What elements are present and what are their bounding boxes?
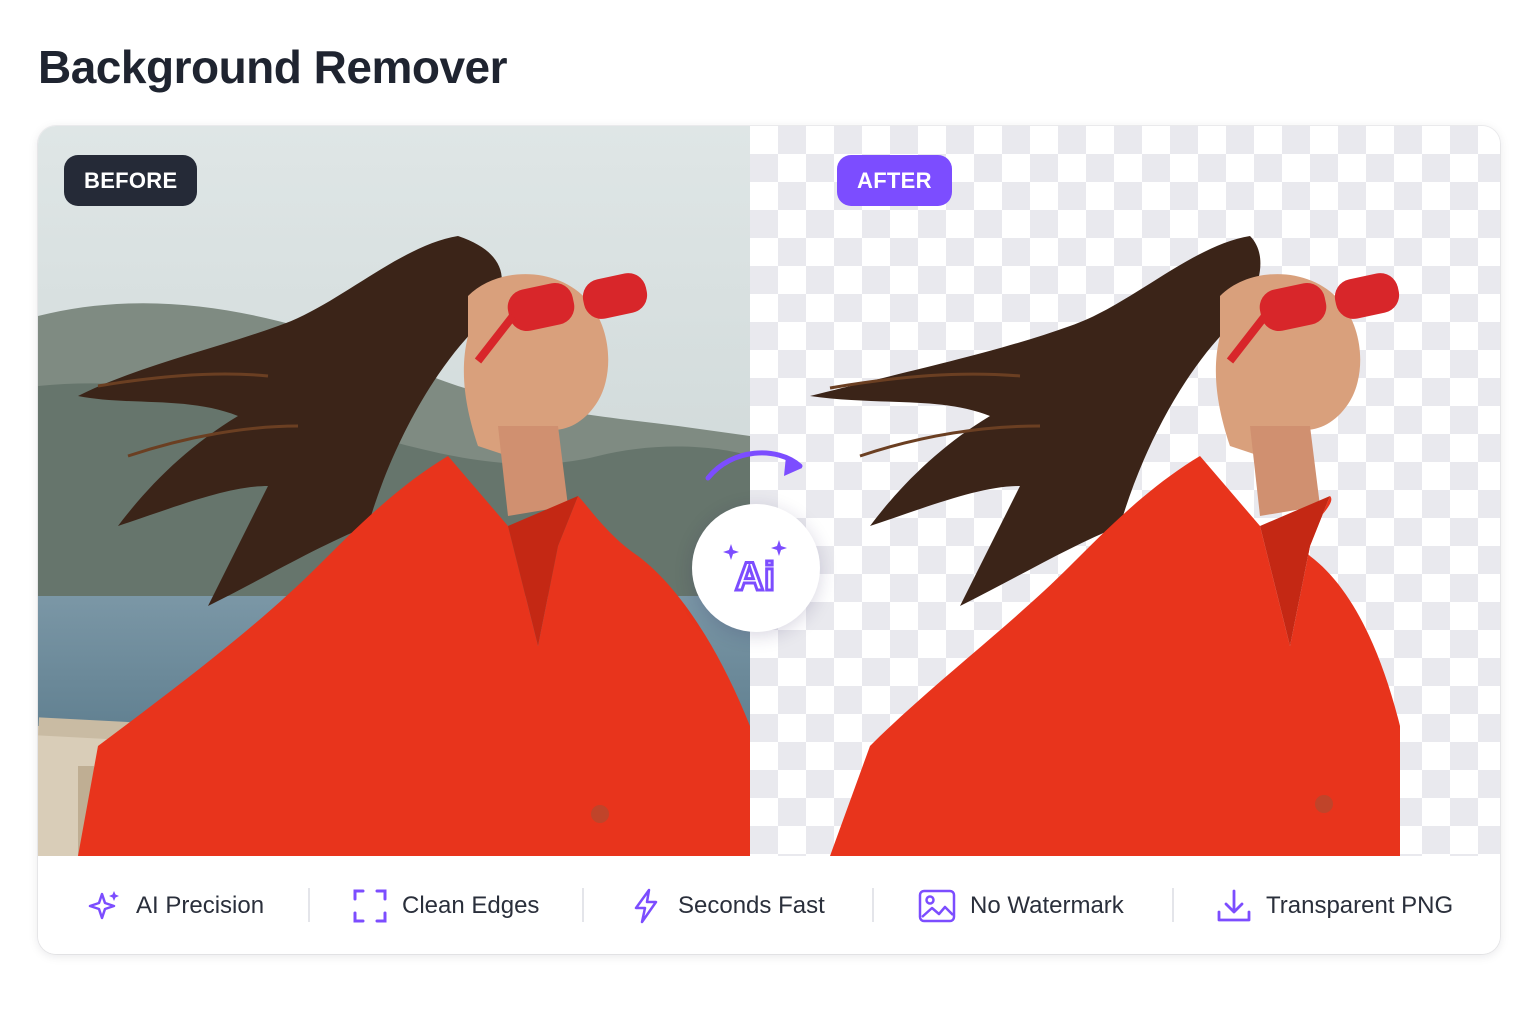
page-title: Background Remover: [38, 41, 508, 93]
ai-processing-badge: Ai: [692, 504, 820, 632]
divider: [582, 888, 584, 922]
ai-icon: Ai: [723, 540, 787, 598]
lightning-icon: [634, 888, 658, 924]
features-bar: AI Precision Clean Edges Seconds Fast No…: [38, 856, 1500, 954]
arrow-swoosh-icon: [705, 450, 803, 481]
divider: [872, 888, 874, 922]
feature-clean-edges: Clean Edges: [352, 886, 539, 926]
ai-label: Ai: [735, 555, 775, 598]
after-badge: AFTER: [837, 155, 952, 206]
image-icon: [918, 889, 956, 923]
after-photo: [810, 236, 1400, 856]
feature-label: Clean Edges: [402, 892, 540, 919]
divider: [308, 888, 310, 922]
feature-label: AI Precision: [136, 892, 265, 919]
after-image-panel[interactable]: AFTER: [750, 126, 1500, 856]
feature-label: Seconds Fast: [678, 892, 825, 919]
sparkle-icon: [88, 891, 119, 920]
feature-label: No Watermark: [970, 892, 1124, 919]
crop-frame-icon: [353, 889, 387, 923]
feature-ai-precision: AI Precision: [86, 886, 264, 926]
comparison-card: BEFORE AFTER Ai AI Precision Clean Edges…: [38, 126, 1500, 954]
feature-no-watermark: No Watermark: [918, 886, 1124, 926]
download-icon: [1217, 889, 1251, 922]
before-badge: BEFORE: [64, 155, 198, 206]
feature-transparent-png: Transparent PNG: [1216, 886, 1453, 926]
before-photo: [38, 126, 750, 856]
feature-label: Transparent PNG: [1266, 892, 1454, 919]
before-image-panel[interactable]: BEFORE: [38, 126, 750, 856]
feature-seconds-fast: Seconds Fast: [628, 886, 825, 926]
divider: [1172, 888, 1174, 922]
